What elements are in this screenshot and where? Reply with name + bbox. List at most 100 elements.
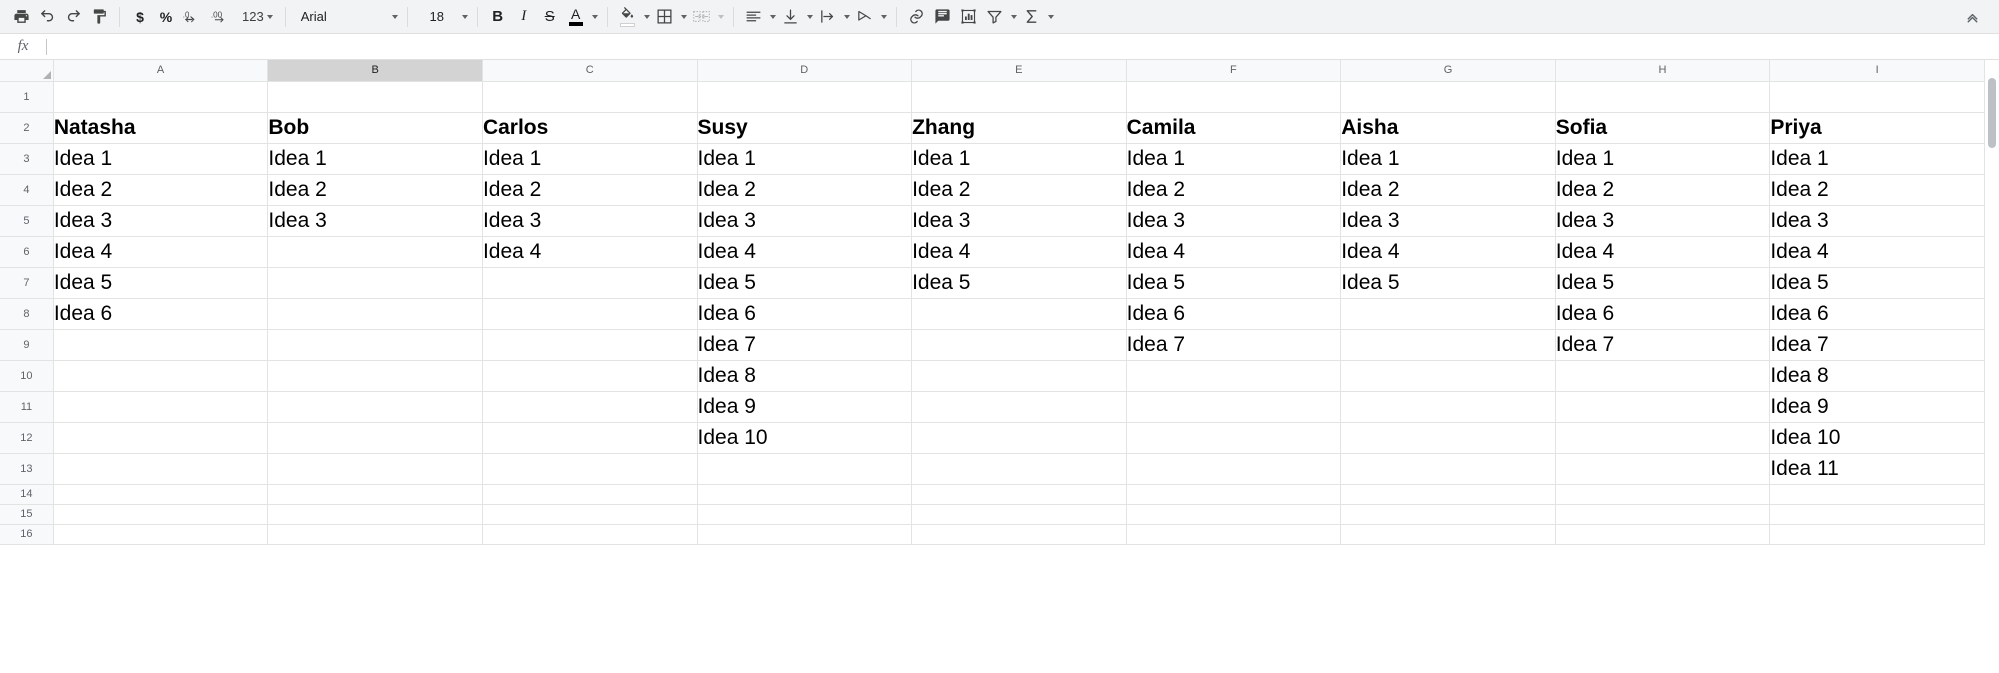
- cell-H6[interactable]: Idea 4: [1555, 236, 1771, 268]
- cell-E16[interactable]: [911, 524, 1127, 545]
- cell-G11[interactable]: [1340, 391, 1556, 423]
- cell-D3[interactable]: Idea 1: [697, 143, 913, 175]
- cell-F9[interactable]: Idea 7: [1126, 329, 1342, 361]
- cell-D14[interactable]: [697, 484, 913, 505]
- cell-A8[interactable]: Idea 6: [53, 298, 269, 330]
- collapse-toolbar-button[interactable]: [1959, 4, 1985, 30]
- create-filter-caret-icon[interactable]: [1010, 14, 1017, 19]
- text-rotation-caret-icon[interactable]: [880, 14, 887, 19]
- cell-C9[interactable]: [482, 329, 698, 361]
- cell-D10[interactable]: Idea 8: [697, 360, 913, 392]
- cell-H12[interactable]: [1555, 422, 1771, 454]
- cell-A3[interactable]: Idea 1: [53, 143, 269, 175]
- cell-I16[interactable]: [1769, 524, 1985, 545]
- strikethrough-button[interactable]: S: [537, 4, 563, 30]
- cell-H2[interactable]: Sofia: [1555, 112, 1771, 144]
- cell-A2[interactable]: Natasha: [53, 112, 269, 144]
- font-family-selector[interactable]: Arial: [293, 4, 389, 30]
- cell-B13[interactable]: [267, 453, 483, 485]
- cell-F8[interactable]: Idea 6: [1126, 298, 1342, 330]
- cell-F10[interactable]: [1126, 360, 1342, 392]
- column-header-d[interactable]: D: [697, 60, 913, 82]
- cell-G6[interactable]: Idea 4: [1340, 236, 1556, 268]
- insert-chart-icon[interactable]: [956, 4, 982, 30]
- text-wrapping-caret-icon[interactable]: [843, 14, 850, 19]
- cell-B9[interactable]: [267, 329, 483, 361]
- row-header-7[interactable]: 7: [0, 267, 54, 299]
- text-rotation-button[interactable]: [852, 4, 878, 30]
- cell-E11[interactable]: [911, 391, 1127, 423]
- cell-A7[interactable]: Idea 5: [53, 267, 269, 299]
- vertical-scrollbar-thumb[interactable]: [1988, 78, 1996, 148]
- undo-icon[interactable]: [34, 4, 60, 30]
- font-family-caret-icon[interactable]: [391, 14, 398, 19]
- column-header-h[interactable]: H: [1555, 60, 1771, 82]
- cell-F15[interactable]: [1126, 504, 1342, 525]
- cell-B8[interactable]: [267, 298, 483, 330]
- cell-E3[interactable]: Idea 1: [911, 143, 1127, 175]
- cell-E9[interactable]: [911, 329, 1127, 361]
- cell-E1[interactable]: [911, 81, 1127, 113]
- cell-D11[interactable]: Idea 9: [697, 391, 913, 423]
- print-icon[interactable]: [8, 4, 34, 30]
- cell-F14[interactable]: [1126, 484, 1342, 505]
- cell-I7[interactable]: Idea 5: [1769, 267, 1985, 299]
- cell-D4[interactable]: Idea 2: [697, 174, 913, 206]
- cell-C8[interactable]: [482, 298, 698, 330]
- cell-D5[interactable]: Idea 3: [697, 205, 913, 237]
- cell-C13[interactable]: [482, 453, 698, 485]
- row-header-3[interactable]: 3: [0, 143, 54, 175]
- cell-H9[interactable]: Idea 7: [1555, 329, 1771, 361]
- paint-format-icon[interactable]: [86, 4, 112, 30]
- cell-C5[interactable]: Idea 3: [482, 205, 698, 237]
- cell-F5[interactable]: Idea 3: [1126, 205, 1342, 237]
- cell-F4[interactable]: Idea 2: [1126, 174, 1342, 206]
- cell-D2[interactable]: Susy: [697, 112, 913, 144]
- cell-I14[interactable]: [1769, 484, 1985, 505]
- cell-E5[interactable]: Idea 3: [911, 205, 1127, 237]
- cell-E13[interactable]: [911, 453, 1127, 485]
- cell-I5[interactable]: Idea 3: [1769, 205, 1985, 237]
- cell-I11[interactable]: Idea 9: [1769, 391, 1985, 423]
- borders-caret-icon[interactable]: [680, 14, 687, 19]
- font-size-caret-icon[interactable]: [461, 14, 468, 19]
- cell-A16[interactable]: [53, 524, 269, 545]
- cell-G4[interactable]: Idea 2: [1340, 174, 1556, 206]
- cell-F13[interactable]: [1126, 453, 1342, 485]
- cell-G13[interactable]: [1340, 453, 1556, 485]
- cell-B3[interactable]: Idea 1: [267, 143, 483, 175]
- cell-A1[interactable]: [53, 81, 269, 113]
- row-header-15[interactable]: 15: [0, 504, 54, 525]
- italic-button[interactable]: I: [511, 4, 537, 30]
- cell-D8[interactable]: Idea 6: [697, 298, 913, 330]
- cell-I2[interactable]: Priya: [1769, 112, 1985, 144]
- cell-B15[interactable]: [267, 504, 483, 525]
- cell-F1[interactable]: [1126, 81, 1342, 113]
- cell-B16[interactable]: [267, 524, 483, 545]
- cell-D15[interactable]: [697, 504, 913, 525]
- cell-G14[interactable]: [1340, 484, 1556, 505]
- cell-A11[interactable]: [53, 391, 269, 423]
- cell-C11[interactable]: [482, 391, 698, 423]
- cell-C14[interactable]: [482, 484, 698, 505]
- cell-D16[interactable]: [697, 524, 913, 545]
- cell-C4[interactable]: Idea 2: [482, 174, 698, 206]
- cell-G8[interactable]: [1340, 298, 1556, 330]
- cell-B5[interactable]: Idea 3: [267, 205, 483, 237]
- insert-comment-icon[interactable]: [930, 4, 956, 30]
- bold-button[interactable]: B: [485, 4, 511, 30]
- row-header-16[interactable]: 16: [0, 524, 54, 545]
- cell-H3[interactable]: Idea 1: [1555, 143, 1771, 175]
- cell-I1[interactable]: [1769, 81, 1985, 113]
- cell-I13[interactable]: Idea 11: [1769, 453, 1985, 485]
- increase-decimal-button[interactable]: .00: [207, 4, 239, 30]
- cell-F12[interactable]: [1126, 422, 1342, 454]
- cell-G10[interactable]: [1340, 360, 1556, 392]
- cell-D7[interactable]: Idea 5: [697, 267, 913, 299]
- cell-D12[interactable]: Idea 10: [697, 422, 913, 454]
- cell-I15[interactable]: [1769, 504, 1985, 525]
- cell-C15[interactable]: [482, 504, 698, 525]
- cell-H15[interactable]: [1555, 504, 1771, 525]
- cell-A10[interactable]: [53, 360, 269, 392]
- font-size-selector[interactable]: 18: [415, 4, 459, 30]
